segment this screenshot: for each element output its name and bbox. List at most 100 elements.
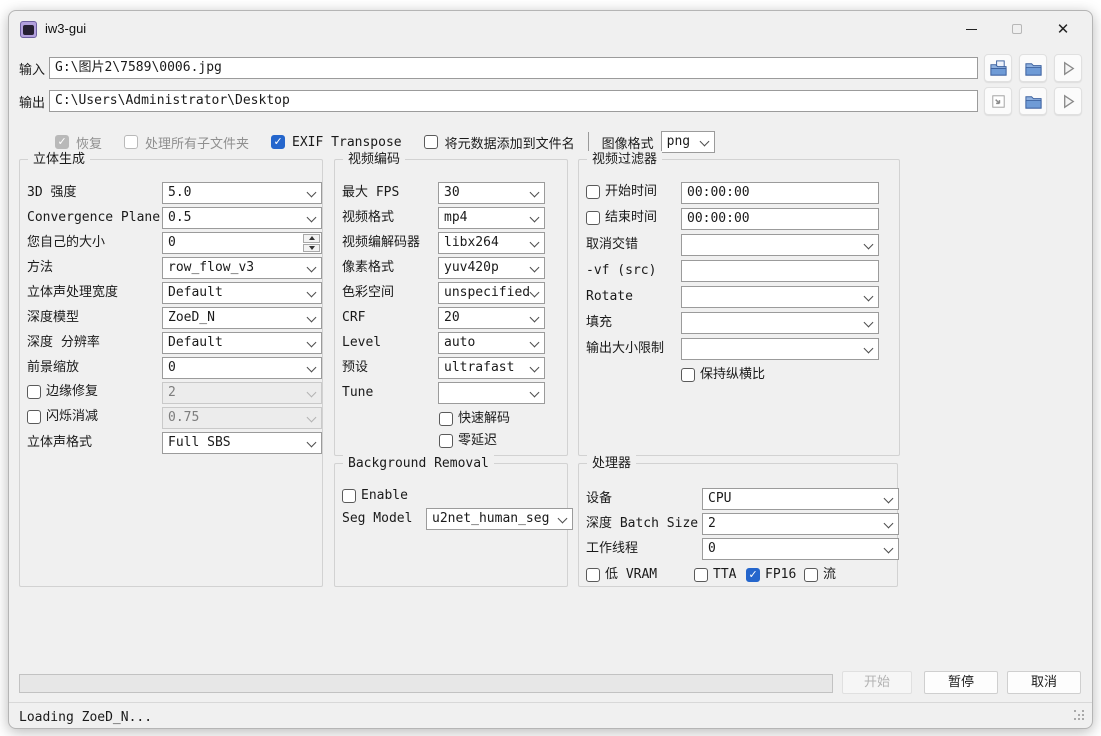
chevron-down-icon (307, 338, 317, 348)
depth-resolution-combobox[interactable]: Default (162, 332, 322, 354)
open-file-icon (989, 59, 1008, 78)
colorspace-combobox[interactable]: unspecified (438, 282, 545, 304)
max-fps-combobox[interactable]: 30 (438, 182, 545, 204)
input-folder-button[interactable] (1019, 54, 1047, 82)
depth-batch-size-combobox[interactable]: 2 (702, 513, 899, 535)
end-time-field[interactable]: 00:00:00 (681, 208, 879, 230)
field-label: 像素格式 (342, 257, 394, 278)
crf-combobox[interactable]: 20 (438, 307, 545, 329)
zero-latency-checkbox[interactable] (439, 434, 453, 448)
close-button[interactable]: ✕ (1040, 11, 1086, 47)
chevron-down-icon (530, 363, 540, 373)
field-label: 输出大小限制 (586, 338, 664, 359)
input-play-button[interactable] (1054, 54, 1082, 82)
flicker-reduction-checkbox[interactable] (27, 410, 41, 424)
exif-transpose-checkbox[interactable] (271, 135, 285, 149)
chevron-down-icon (307, 438, 317, 448)
field-label: Tune (342, 382, 373, 403)
resume-checkbox[interactable] (55, 135, 69, 149)
worker-threads-combobox[interactable]: 0 (702, 538, 899, 560)
maximize-button[interactable] (994, 11, 1040, 47)
deinterlace-combobox[interactable] (681, 234, 879, 256)
pause-button[interactable]: 暂停 (924, 671, 998, 694)
video-codec-combobox[interactable]: libx264 (438, 232, 545, 254)
stereo-width-combobox[interactable]: Default (162, 282, 322, 304)
start-button[interactable]: 开始 (842, 671, 912, 694)
panel-processor: 处理器 设备 CPU 深度 Batch Size 2 工作线程 0 低 VRAM… (578, 463, 898, 587)
output-size-limit-combobox[interactable] (681, 338, 879, 360)
panel-title: 视频过滤器 (587, 151, 662, 168)
resume-label: 恢复 (76, 133, 102, 152)
chevron-down-icon (699, 137, 709, 147)
fast-decode-checkbox[interactable] (439, 412, 453, 426)
chevron-down-icon (864, 240, 874, 250)
input-path-field[interactable]: G:\图片2\7589\0006.jpg (49, 57, 978, 79)
field-label: Convergence Plane (27, 207, 160, 228)
output-path-field[interactable]: C:\Users\Administrator\Desktop (49, 90, 978, 112)
start-time-checkbox[interactable] (586, 185, 600, 199)
minimize-button[interactable] (948, 11, 994, 47)
tune-combobox[interactable] (438, 382, 545, 404)
app-icon (20, 21, 37, 38)
exif-transpose-label: EXIF Transpose (292, 135, 402, 150)
keep-aspect-checkbox[interactable] (681, 368, 695, 382)
chevron-down-icon (864, 292, 874, 302)
field-label: 视频格式 (342, 207, 394, 228)
flicker-reduction-combobox[interactable]: 0.75 (162, 407, 322, 429)
progress-bar (19, 674, 833, 693)
field-label: 最大 FPS (342, 182, 399, 203)
device-combobox[interactable]: CPU (702, 488, 899, 510)
seg-model-combobox[interactable]: u2net_human_seg (426, 508, 573, 530)
field-label: -vf (src) (586, 260, 656, 281)
metadata-filename-label: 将元数据添加到文件名 (445, 133, 575, 152)
image-format-combobox[interactable]: png (661, 131, 715, 153)
rotate-combobox[interactable] (681, 286, 879, 308)
edge-fix-checkbox[interactable] (27, 385, 41, 399)
cancel-button[interactable]: 取消 (1007, 671, 1081, 694)
field-label: 工作线程 (586, 538, 638, 559)
field-label: 填充 (586, 312, 612, 333)
tta-checkbox[interactable] (694, 568, 708, 582)
padding-combobox[interactable] (681, 312, 879, 334)
panel-stereo-generation: 立体生成 3D 强度 5.0 Convergence Plane 0.5 您自己… (19, 159, 323, 587)
edge-fix-combobox[interactable]: 2 (162, 382, 322, 404)
output-play-button[interactable] (1054, 87, 1082, 115)
options-row: 恢复 处理所有子文件夹 EXIF Transpose 将元数据添加到文件名 图像… (55, 131, 715, 153)
field-label: 深度模型 (27, 307, 79, 328)
process-subfolders-checkbox[interactable] (124, 135, 138, 149)
open-file-button[interactable] (984, 54, 1012, 82)
preset-combobox[interactable]: ultrafast (438, 357, 545, 379)
field-label: 设备 (586, 488, 612, 509)
output-folder-button[interactable] (1019, 87, 1047, 115)
spin-down-button[interactable] (303, 244, 320, 253)
image-format-label: 图像格式 (602, 133, 654, 152)
end-time-checkbox[interactable] (586, 211, 600, 225)
pixel-format-combobox[interactable]: yuv420p (438, 257, 545, 279)
low-vram-checkbox[interactable] (586, 568, 600, 582)
method-combobox[interactable]: row_flow_v3 (162, 257, 322, 279)
resize-grip[interactable] (1074, 710, 1086, 722)
chevron-down-icon (884, 544, 894, 554)
level-combobox[interactable]: auto (438, 332, 545, 354)
play-icon (1059, 59, 1078, 78)
chevron-down-icon (530, 313, 540, 323)
chevron-down-icon (884, 494, 894, 504)
vf-src-field[interactable] (681, 260, 879, 282)
depth-model-combobox[interactable]: ZoeD_N (162, 307, 322, 329)
fp16-checkbox[interactable] (746, 568, 760, 582)
stereo-format-combobox[interactable]: Full SBS (162, 432, 322, 454)
spin-up-button[interactable] (303, 234, 320, 243)
stream-checkbox[interactable] (804, 568, 818, 582)
convergence-plane-combobox[interactable]: 0.5 (162, 207, 322, 229)
chevron-down-icon (530, 263, 540, 273)
bg-removal-enable-checkbox[interactable] (342, 489, 356, 503)
reveal-output-button[interactable] (984, 87, 1012, 115)
start-time-field[interactable]: 00:00:00 (681, 182, 879, 204)
own-size-spinbox[interactable]: 0 (162, 232, 322, 254)
3d-strength-combobox[interactable]: 5.0 (162, 182, 322, 204)
metadata-filename-checkbox[interactable] (424, 135, 438, 149)
foreground-scale-combobox[interactable]: 0 (162, 357, 322, 379)
panel-background-removal: Background Removal Enable Seg Model u2ne… (334, 463, 568, 587)
field-label: CRF (342, 307, 365, 328)
video-format-combobox[interactable]: mp4 (438, 207, 545, 229)
